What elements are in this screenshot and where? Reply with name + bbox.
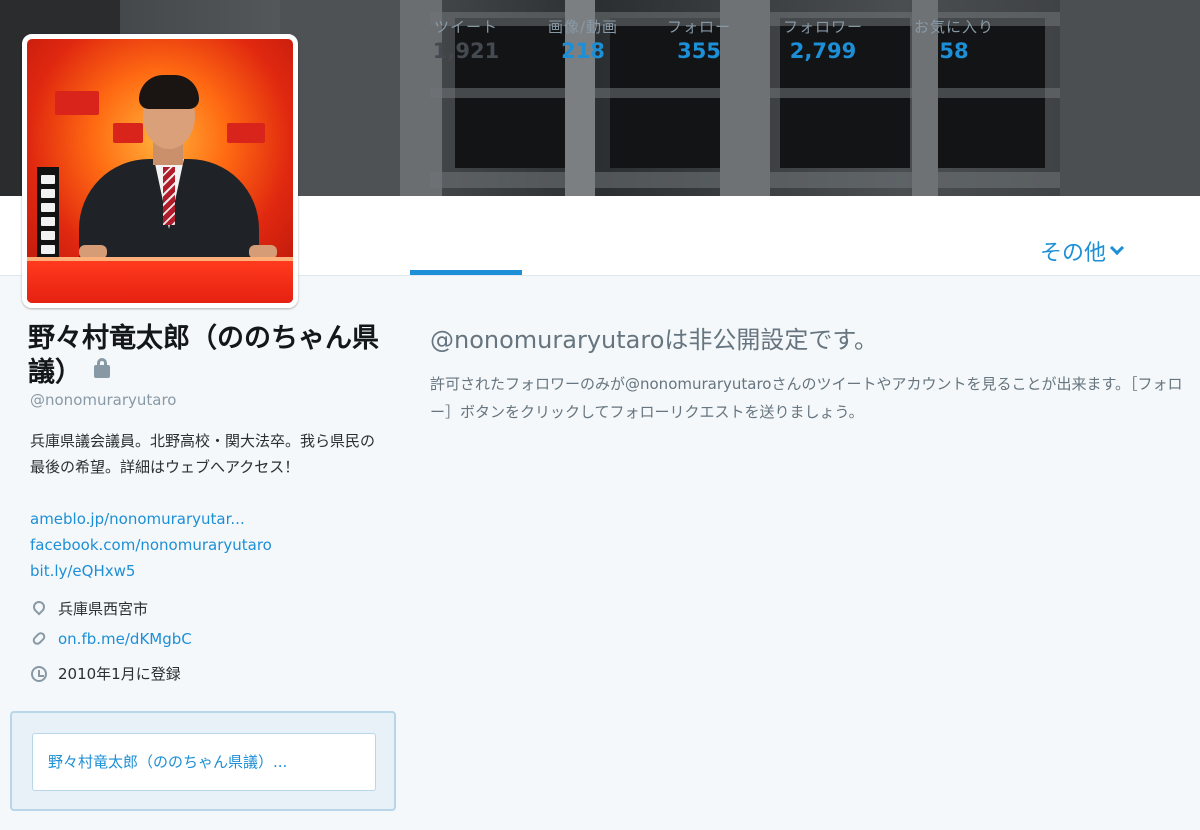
profile-name-text: 野々村竜太郎（ののちゃん県議） [28, 323, 379, 388]
tab-favorites[interactable]: お気に入り 58 [896, 16, 1012, 64]
tab-following-count: 355 [677, 39, 721, 63]
bio-link-facebook[interactable]: facebook.com/nonomuraryutaro [30, 532, 272, 558]
chevron-down-icon [1109, 240, 1125, 256]
bio-links: ameblo.jp/nonomuraryutar... facebook.com… [30, 506, 272, 584]
tab-followers-label: フォロワー [782, 18, 863, 36]
protected-account-description: 許可されたフォロワーのみが@nonomuraryutaroさんのツイートやアカウ… [430, 375, 1183, 421]
profile-bio: 兵庫県議会議員。北野高校・関大法卒。我ら県民の最後の希望。詳細はウェブへアクセス… [30, 432, 376, 476]
website-link[interactable]: on.fb.me/dKMgbC [58, 630, 192, 648]
calendar-clock-icon [30, 665, 48, 683]
tab-favorites-count: 58 [939, 39, 969, 63]
profile-display-name: 野々村竜太郎（ののちゃん県議） [28, 322, 388, 390]
bio-link-ameblo[interactable]: ameblo.jp/nonomuraryutar... [30, 506, 272, 532]
profile-join-date: 2010年1月に登録 [30, 663, 181, 684]
profile-card-link[interactable]: 野々村竜太郎（ののちゃん県議）... [32, 733, 376, 791]
tab-followers[interactable]: フォロワー 2,799 [765, 16, 881, 64]
protected-account-title: @nonomuraryutaroは非公開設定です。 [430, 326, 878, 354]
bio-link-bitly[interactable]: bit.ly/eQHxw5 [30, 558, 272, 584]
profile-card-panel: 野々村竜太郎（ののちゃん県議）... [10, 711, 396, 811]
active-tab-indicator [410, 270, 522, 275]
tab-media[interactable]: 画像/動画 218 [530, 16, 636, 64]
tab-followers-count: 2,799 [789, 39, 857, 63]
more-menu-button[interactable]: その他 [1040, 235, 1125, 267]
location-text: 兵庫県西宮市 [58, 600, 149, 618]
tab-media-label: 画像/動画 [547, 18, 619, 36]
profile-handle[interactable]: @nonomuraryutaro [30, 391, 176, 409]
tab-following[interactable]: フォロー 355 [648, 16, 750, 64]
tab-following-label: フォロー [666, 18, 731, 36]
profile-avatar[interactable] [22, 34, 298, 308]
tab-media-count: 218 [561, 39, 605, 63]
profile-website: on.fb.me/dKMgbC [30, 630, 192, 648]
link-icon [30, 630, 48, 648]
tab-tweets[interactable]: ツイート 1,921 [412, 16, 520, 64]
lock-icon [94, 358, 110, 378]
join-date-text: 2010年1月に登録 [58, 665, 181, 683]
tab-tweets-label: ツイート [433, 18, 498, 36]
tab-tweets-count: 1,921 [432, 39, 500, 63]
tab-favorites-label: お気に入り [913, 18, 994, 36]
more-menu-label: その他 [1040, 241, 1107, 266]
profile-location: 兵庫県西宮市 [30, 598, 148, 619]
location-pin-icon [30, 598, 48, 618]
